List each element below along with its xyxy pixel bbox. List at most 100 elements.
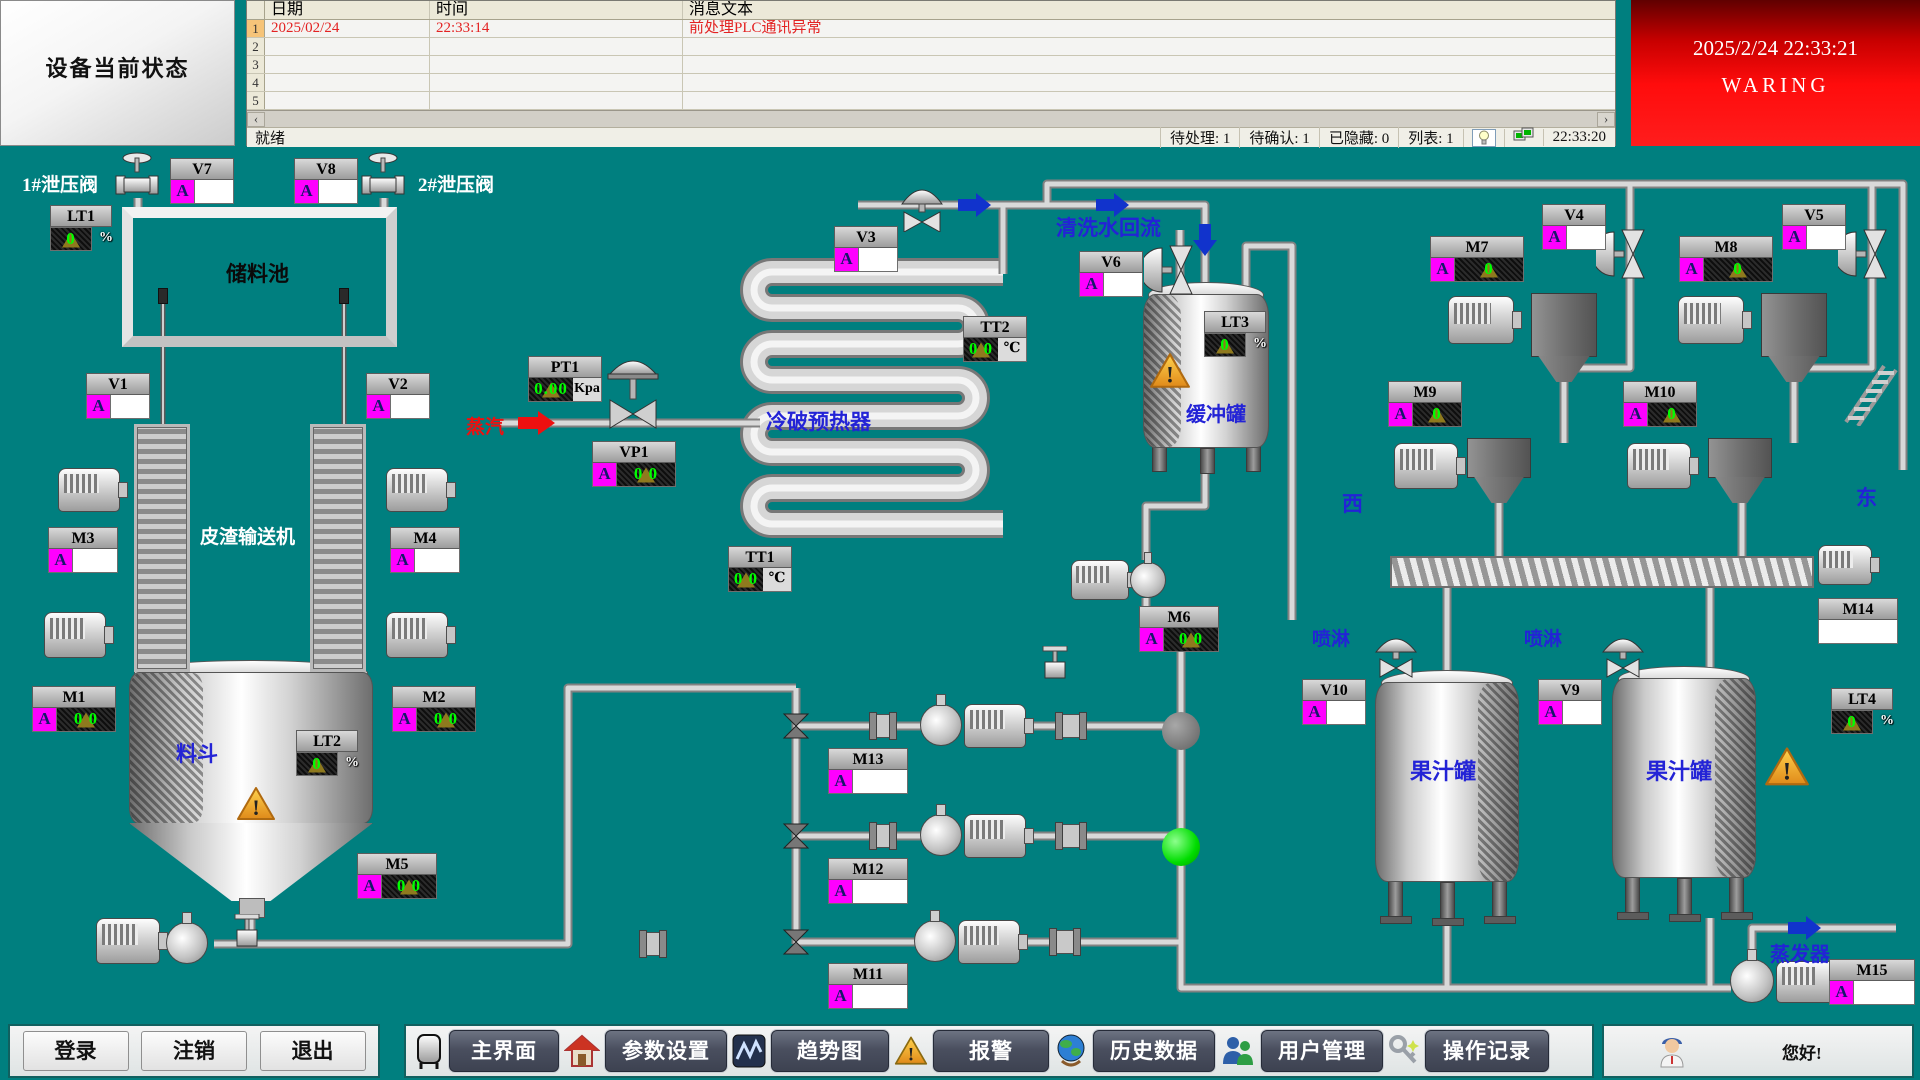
col-message: 消息文本 <box>683 1 1615 19</box>
user-avatar-icon <box>1658 1034 1686 1068</box>
valve-v6-icon <box>1144 244 1194 298</box>
alarm-table: 日期 时间 消息文本 1 2025/02/24 22:33:14 前处理PLC通… <box>246 0 1616 146</box>
wash-flow-arrow-down <box>1193 224 1217 256</box>
bulb-icon[interactable] <box>1472 129 1496 147</box>
tank-foot <box>1617 912 1649 920</box>
history-button[interactable]: 历史数据 <box>1093 1030 1215 1072</box>
juice-tank-warning-icon: ! <box>1764 746 1810 788</box>
buffer-pump-motor <box>1071 560 1129 600</box>
label-spray-1: 喷淋 <box>1312 624 1350 651</box>
spray-valve-v10-icon <box>1372 632 1420 678</box>
status-ready: 就绪 <box>247 127 1160 148</box>
device-m3[interactable]: M3A <box>48 527 118 573</box>
alarm-scrollbar[interactable]: ‹ › <box>247 110 1615 127</box>
device-m13[interactable]: M13A <box>828 748 908 794</box>
manual-valve-icon <box>228 914 266 952</box>
device-m4[interactable]: M4A <box>390 527 460 573</box>
motor-m3-icon <box>58 468 120 512</box>
device-v9[interactable]: V9A <box>1538 679 1602 725</box>
device-m1[interactable]: M1A0 0 <box>32 686 116 732</box>
device-tt2[interactable]: TT20 0℃ <box>963 316 1027 362</box>
user-greeting-group: 您好! <box>1602 1024 1914 1078</box>
exit-button[interactable]: 退出 <box>260 1031 366 1071</box>
tank-leg <box>1677 878 1692 916</box>
relief-valve-1-icon <box>114 150 160 198</box>
stairs-icon <box>1840 356 1898 426</box>
device-v6[interactable]: V6A <box>1079 251 1143 297</box>
motor-m1-icon <box>44 612 106 658</box>
device-v3[interactable]: V3A <box>834 226 898 272</box>
label-spray-2: 喷淋 <box>1524 624 1562 651</box>
warning-text: WARING <box>1631 73 1920 98</box>
device-lt3[interactable]: LT30% <box>1204 311 1266 357</box>
device-vp1[interactable]: VP1A0 0 <box>592 441 676 487</box>
label-relief-valve-1: 1#泄压阀 <box>22 170 98 197</box>
alarm-row[interactable]: 1 2025/02/24 22:33:14 前处理PLC通讯异常 <box>247 20 1615 38</box>
device-m15[interactable]: M15A <box>1829 959 1915 1005</box>
trend-button[interactable]: 趋势图 <box>771 1030 889 1072</box>
svg-text:!: ! <box>908 1044 914 1065</box>
label-preheater: 冷破预热器 <box>766 406 871 436</box>
main-screen-button[interactable]: 主界面 <box>449 1030 559 1072</box>
tank-foot <box>1484 916 1516 924</box>
alarm-row[interactable]: 2 <box>247 38 1615 56</box>
alarm-row[interactable]: 4 <box>247 74 1615 92</box>
relief-valve-2-icon <box>360 150 406 198</box>
nav-button-group: 主界面 参数设置 趋势图 ! 报警 历史数据 用户管理 操作记录 <box>404 1024 1594 1078</box>
device-m14[interactable]: M14 <box>1818 598 1898 644</box>
device-m5[interactable]: M5A0 0 <box>357 853 437 899</box>
tank-leg <box>1729 876 1744 914</box>
user-management-button[interactable]: 用户管理 <box>1261 1030 1383 1072</box>
alarm-row[interactable]: 5 <box>247 92 1615 110</box>
alarm-warning-icon: ! <box>894 1035 928 1067</box>
buffer-warning-icon: ! <box>1149 352 1191 390</box>
status-list: 列表: 1 <box>1398 127 1462 148</box>
label-juice-tank-2: 果汁罐 <box>1646 754 1712 786</box>
device-pt1[interactable]: PT10.00Kpa <box>528 356 602 402</box>
device-lt2[interactable]: LT20% <box>296 730 358 776</box>
tank-leg <box>1440 882 1455 920</box>
device-m6[interactable]: M6A0 0 <box>1139 606 1219 652</box>
device-v1[interactable]: V1A <box>86 373 150 419</box>
pump-m15-motor <box>1776 961 1836 1003</box>
operation-tools-icon <box>1388 1034 1420 1068</box>
device-v5[interactable]: V5A <box>1782 204 1846 250</box>
device-m12[interactable]: M12A <box>828 858 908 904</box>
flange-fitting <box>1056 714 1086 738</box>
operation-log-button[interactable]: 操作记录 <box>1425 1030 1549 1072</box>
device-v4[interactable]: V4A <box>1542 204 1606 250</box>
label-conveyor: 皮渣输送机 <box>200 522 295 549</box>
device-m2[interactable]: M2A0 0 <box>392 686 476 732</box>
label-storage-pool: 储料池 <box>226 258 289 288</box>
motor-m8-icon <box>1678 296 1744 344</box>
device-lt4[interactable]: LT40% <box>1831 688 1893 734</box>
device-m11[interactable]: M11A <box>828 963 908 1009</box>
device-v10[interactable]: V10A <box>1302 679 1366 725</box>
device-v2[interactable]: V2A <box>366 373 430 419</box>
device-tt1[interactable]: TT10 0℃ <box>728 546 792 592</box>
login-button[interactable]: 登录 <box>23 1031 129 1071</box>
label-east: 东 <box>1856 482 1877 512</box>
device-m9[interactable]: M9A0 <box>1388 381 1462 427</box>
alarm-row[interactable]: 3 <box>247 56 1615 74</box>
globe-icon <box>1054 1033 1088 1069</box>
col-date: 日期 <box>265 1 430 19</box>
device-lt1[interactable]: LT10% <box>50 205 112 251</box>
device-v7[interactable]: V7A <box>170 158 234 204</box>
label-wash-return: 清洗水回流 <box>1056 212 1161 242</box>
svg-text:!: ! <box>252 795 259 820</box>
buffer-pump-volute <box>1130 562 1166 598</box>
logout-button[interactable]: 注销 <box>141 1031 247 1071</box>
svg-text:!: ! <box>1166 362 1174 388</box>
alarm-button[interactable]: 报警 <box>933 1030 1049 1072</box>
device-m8[interactable]: M8A0 <box>1679 236 1773 282</box>
tank-leg <box>1152 446 1167 472</box>
scroll-right-arrow[interactable]: › <box>1597 112 1615 127</box>
tank-foot <box>1669 914 1701 922</box>
scroll-left-arrow[interactable]: ‹ <box>247 112 265 127</box>
pump-m15-volute <box>1730 959 1774 1003</box>
device-m7[interactable]: M7A0 <box>1430 236 1524 282</box>
device-v8[interactable]: V8A <box>294 158 358 204</box>
device-m10[interactable]: M10A0 <box>1623 381 1697 427</box>
settings-button[interactable]: 参数设置 <box>605 1030 727 1072</box>
